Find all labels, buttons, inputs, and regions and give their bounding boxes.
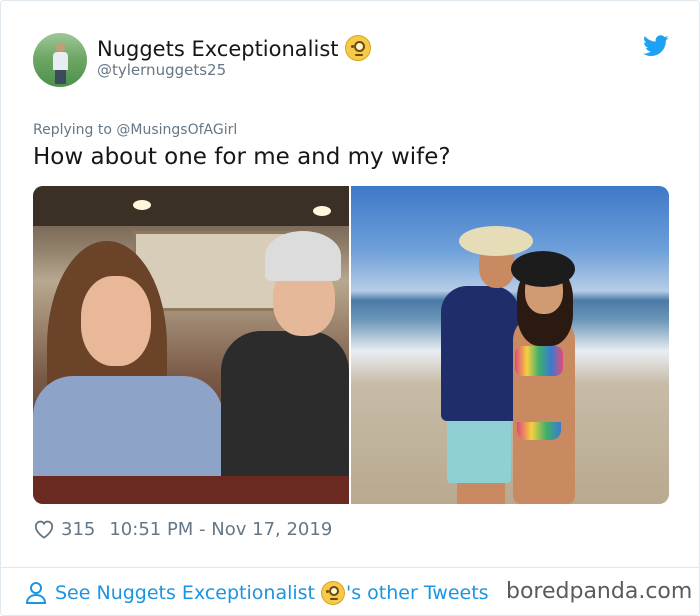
restaurant-photo[interactable] [33,186,349,504]
tweet-timestamp[interactable]: 10:51 PM - Nov 17, 2019 [109,519,332,540]
avatar[interactable] [33,33,87,87]
monocle-emoji-icon [344,35,371,61]
replying-prefix: Replying to [33,122,117,138]
twitter-bird-icon[interactable] [643,35,669,57]
replying-to: Replying to @MusingsOfAGirl [33,122,237,138]
watermark: boredpanda.com [506,579,693,604]
display-name-text: Nuggets Exceptionalist [97,37,339,61]
divider [1,567,700,568]
monocle-emoji-icon [321,581,345,605]
display-name[interactable]: Nuggets Exceptionalist [97,35,371,61]
tweet-meta: 315 10:51 PM - Nov 17, 2019 [33,515,332,543]
see-other-tweets-suffix: 's other Tweets [346,582,489,604]
see-other-tweets-prefix: See Nuggets Exceptionalist [55,582,315,604]
tweet-card: Nuggets Exceptionalist @tylernuggets25 R… [0,0,700,616]
beach-photo[interactable] [351,186,669,504]
replying-mention-link[interactable]: @MusingsOfAGirl [116,122,237,138]
tweet-text: How about one for me and my wife? [33,144,451,170]
like-count: 315 [61,518,96,540]
heart-icon[interactable] [33,519,55,539]
user-handle[interactable]: @tylernuggets25 [97,61,226,79]
person-icon [25,582,47,604]
see-other-tweets-link[interactable]: See Nuggets Exceptionalist 's other Twee… [25,578,489,608]
